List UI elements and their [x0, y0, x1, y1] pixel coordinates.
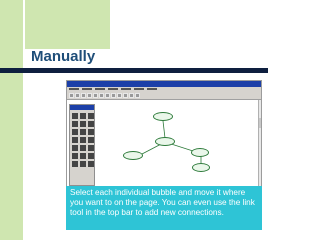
- left-accent-stripe: [0, 0, 23, 240]
- diagram-bubble[interactable]: [153, 112, 173, 121]
- diagram-bubble[interactable]: [123, 151, 143, 160]
- embedded-toolbar: [67, 92, 261, 100]
- caption-box: Select each individual bubble and move i…: [66, 186, 262, 230]
- top-accent-block: [23, 0, 110, 49]
- slide-title: Manually: [31, 48, 96, 65]
- title-divider: [0, 68, 268, 73]
- diagram-bubble[interactable]: [192, 163, 210, 172]
- diagram-bubble[interactable]: [155, 137, 175, 146]
- diagram-bubble[interactable]: [191, 148, 209, 157]
- tool-palette: [69, 104, 95, 186]
